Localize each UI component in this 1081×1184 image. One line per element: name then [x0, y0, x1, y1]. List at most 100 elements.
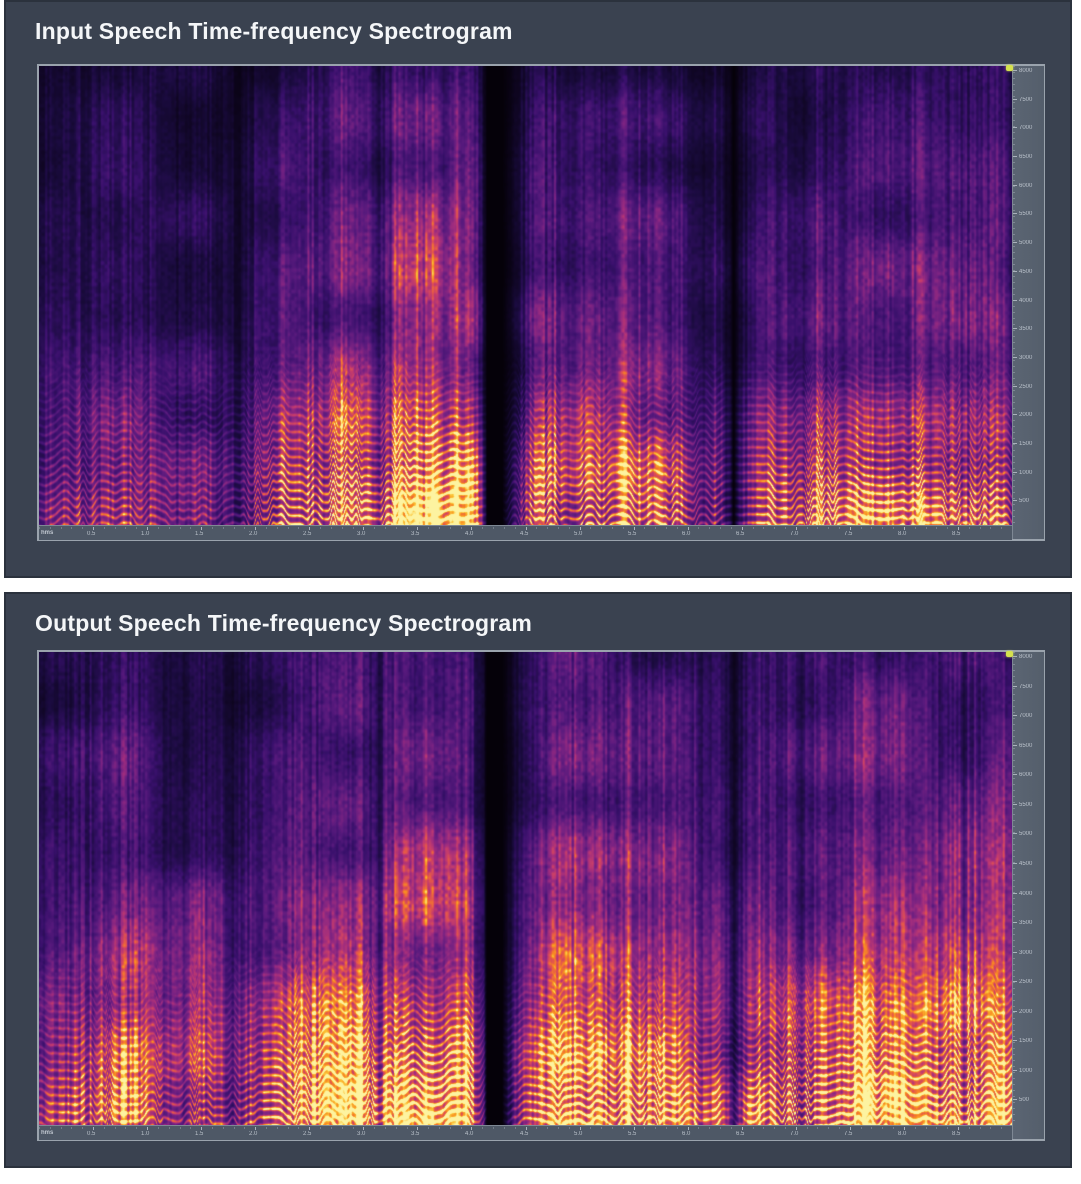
freq-minor-tick [1013, 408, 1015, 409]
time-tick-label: 8.5 [952, 531, 960, 537]
freq-minor-tick [1013, 796, 1015, 797]
freq-minor-tick [1013, 1006, 1015, 1007]
freq-minor-tick [1013, 156, 1015, 157]
freq-minor-tick [1013, 78, 1015, 79]
freq-tick-label: 3000 [1019, 950, 1032, 956]
freq-minor-tick [1013, 444, 1015, 445]
time-minor-tick [655, 1127, 656, 1129]
freq-minor-tick [1013, 270, 1015, 271]
freq-minor-tick [1013, 1066, 1015, 1067]
freq-minor-tick [1013, 96, 1015, 97]
time-tick-label: 4.0 [465, 1131, 473, 1137]
time-minor-tick [763, 527, 764, 529]
time-minor-tick [417, 527, 418, 529]
freq-tick-label: 3000 [1019, 355, 1032, 361]
freq-minor-tick [1013, 808, 1015, 809]
freq-tick-label: 5000 [1019, 240, 1032, 246]
time-minor-tick [450, 527, 451, 529]
input-spectrogram-frame: 8000750070006500600055005000450040003500… [37, 64, 1045, 541]
time-minor-tick [363, 1127, 364, 1129]
freq-tick-label: 4000 [1019, 891, 1032, 897]
freq-tick-mark [1013, 804, 1017, 805]
freq-minor-tick [1013, 988, 1015, 989]
freq-tick-mark [1013, 893, 1017, 894]
freq-minor-tick [1013, 276, 1015, 277]
time-minor-tick [309, 1127, 310, 1129]
time-tick-label: 8.0 [898, 1131, 906, 1137]
freq-minor-tick [1013, 688, 1015, 689]
time-minor-tick [612, 1127, 613, 1129]
time-minor-tick [634, 527, 635, 529]
freq-minor-tick [1013, 258, 1015, 259]
freq-minor-tick [1013, 994, 1015, 995]
freq-minor-tick [1013, 718, 1015, 719]
time-minor-tick [785, 527, 786, 529]
freq-minor-tick [1013, 390, 1015, 391]
time-minor-tick [817, 527, 818, 529]
freq-minor-tick [1013, 90, 1015, 91]
freq-minor-tick [1013, 1114, 1015, 1115]
time-minor-tick [266, 527, 267, 529]
freq-tick-mark [1013, 863, 1017, 864]
freq-minor-tick [1013, 240, 1015, 241]
time-minor-tick [504, 1127, 505, 1129]
time-minor-tick [461, 1127, 462, 1129]
freq-minor-tick [1013, 784, 1015, 785]
time-tick-label: 5.5 [628, 531, 636, 537]
freq-minor-tick [1013, 138, 1015, 139]
time-minor-tick [255, 527, 256, 529]
time-tick-label: 0.5 [87, 531, 95, 537]
freq-tick-mark [1013, 328, 1017, 329]
freq-minor-tick [1013, 132, 1015, 133]
time-minor-tick [104, 527, 105, 529]
time-minor-tick [439, 1127, 440, 1129]
freq-minor-tick [1013, 198, 1015, 199]
time-minor-tick [958, 527, 959, 529]
time-tick-label: 6.0 [682, 1131, 690, 1137]
time-minor-tick [796, 1127, 797, 1129]
time-minor-tick [936, 1127, 937, 1129]
freq-minor-tick [1013, 222, 1015, 223]
freq-minor-tick [1013, 850, 1015, 851]
freq-tick-label: 2000 [1019, 1009, 1032, 1015]
time-tick-label: 7.5 [844, 531, 852, 537]
freq-minor-tick [1013, 426, 1015, 427]
freq-minor-tick [1013, 174, 1015, 175]
freq-tick-label: 500 [1019, 1097, 1029, 1103]
freq-tick-mark [1013, 686, 1017, 687]
freq-minor-tick [1013, 480, 1015, 481]
freq-minor-tick [1013, 706, 1015, 707]
time-tick-label: 7.0 [790, 1131, 798, 1137]
freq-minor-tick [1013, 150, 1015, 151]
freq-minor-tick [1013, 498, 1015, 499]
freq-minor-tick [1013, 772, 1015, 773]
freq-minor-tick [1013, 396, 1015, 397]
freq-tick-label: 5500 [1019, 802, 1032, 808]
freq-minor-tick [1013, 420, 1015, 421]
freq-minor-tick [1013, 658, 1015, 659]
time-minor-tick [601, 1127, 602, 1129]
freq-minor-tick [1013, 1018, 1015, 1019]
freq-tick-mark [1013, 833, 1017, 834]
freq-tick-label: 6500 [1019, 743, 1032, 749]
freq-minor-tick [1013, 204, 1015, 205]
freq-minor-tick [1013, 700, 1015, 701]
time-minor-tick [158, 1127, 159, 1129]
freq-minor-tick [1013, 790, 1015, 791]
freq-minor-tick [1013, 216, 1015, 217]
time-minor-tick [482, 527, 483, 529]
time-ruler-units-label: hms [41, 1130, 53, 1136]
freq-minor-tick [1013, 282, 1015, 283]
freq-tick-label: 6500 [1019, 154, 1032, 160]
input-spectrogram-image [39, 66, 1012, 525]
time-minor-tick [1001, 527, 1002, 529]
time-minor-tick [774, 527, 775, 529]
time-minor-tick [158, 527, 159, 529]
output-panel-title: Output Speech Time-frequency Spectrogram [35, 610, 532, 637]
time-minor-tick [331, 1127, 332, 1129]
freq-minor-tick [1013, 372, 1015, 373]
freq-minor-tick [1013, 934, 1015, 935]
time-minor-tick [666, 527, 667, 529]
time-minor-tick [926, 1127, 927, 1129]
time-minor-tick [439, 527, 440, 529]
